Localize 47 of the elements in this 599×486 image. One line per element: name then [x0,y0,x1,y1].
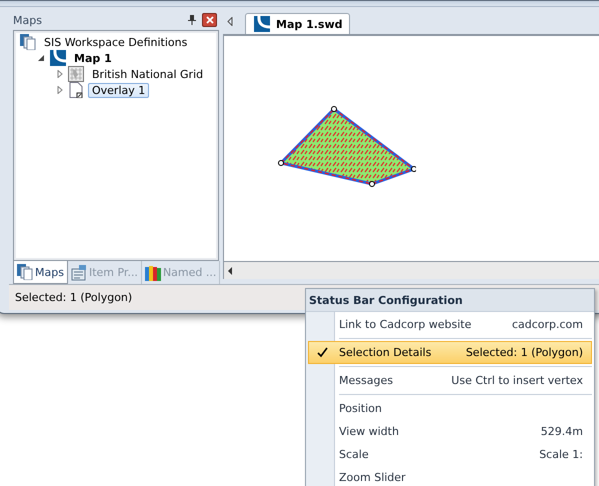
properties-icon [70,264,87,280]
tree-item[interactable]: Map 1 [70,50,116,66]
scroll-left-icon[interactable] [228,266,233,274]
document-tab[interactable]: Map 1.swd [245,13,350,34]
scroll-left-icon[interactable] [227,17,233,26]
menu-item-value: Selected: 1 (Polygon) [466,346,583,359]
menu-item[interactable]: Link to Cadcorp website cadcorp.com [308,313,592,336]
documents-icon [17,264,33,280]
map-icon [50,50,66,66]
documents-icon [20,34,36,50]
status-text: Selected: 1 (Polygon) [15,291,132,304]
map-canvas[interactable] [223,34,599,262]
menu-item[interactable]: Zoom Slider [308,466,592,486]
close-button[interactable] [202,13,217,27]
tree-item[interactable]: British National Grid [88,66,208,82]
collapsed-arrow-icon[interactable] [56,86,64,94]
menu-item[interactable]: Messages Use Ctrl to insert vertex [308,369,592,392]
menu-title: Status Bar Configuration [306,289,594,312]
menu-item-value: Use Ctrl to insert vertex [451,374,583,387]
collapsed-arrow-icon[interactable] [56,70,64,78]
panel-title: Maps [13,14,43,26]
menu-item-value: 529.4m [540,425,583,438]
close-icon [206,16,214,24]
menu-item[interactable]: Position [308,397,592,420]
menu-item-label: Zoom Slider [338,471,407,484]
menu-item[interactable]: View width 529.4m [308,420,592,443]
polygon-shape[interactable] [276,105,416,187]
menu-item-label: Position [338,402,383,415]
menu-item[interactable]: Selection Details Selected: 1 (Polygon) [308,341,592,364]
expanded-arrow-icon[interactable] [38,54,46,62]
menu-item-label: Selection Details [338,346,432,359]
menu-item-label: Scale [338,448,370,461]
tree-item[interactable]: SIS Workspace Definitions [40,34,192,50]
pin-icon[interactable] [188,15,196,25]
document-icon [68,82,84,98]
panel-tab[interactable]: Maps [13,261,68,284]
menu-item-value: cadcorp.com [512,318,583,331]
books-icon [144,264,161,280]
menu-item[interactable]: Scale Scale 1: [308,443,592,466]
menu-item-label: Messages [338,374,394,387]
menu-item-label: Link to Cadcorp website [338,318,472,331]
grid-map-icon [68,66,84,82]
horizontal-scrollbar[interactable] [223,262,599,279]
menu-item-value: Scale 1: [539,448,583,461]
tree-item[interactable]: Overlay 1 [88,82,150,98]
menu-item-label: View width [338,425,400,438]
map-icon [254,16,270,32]
